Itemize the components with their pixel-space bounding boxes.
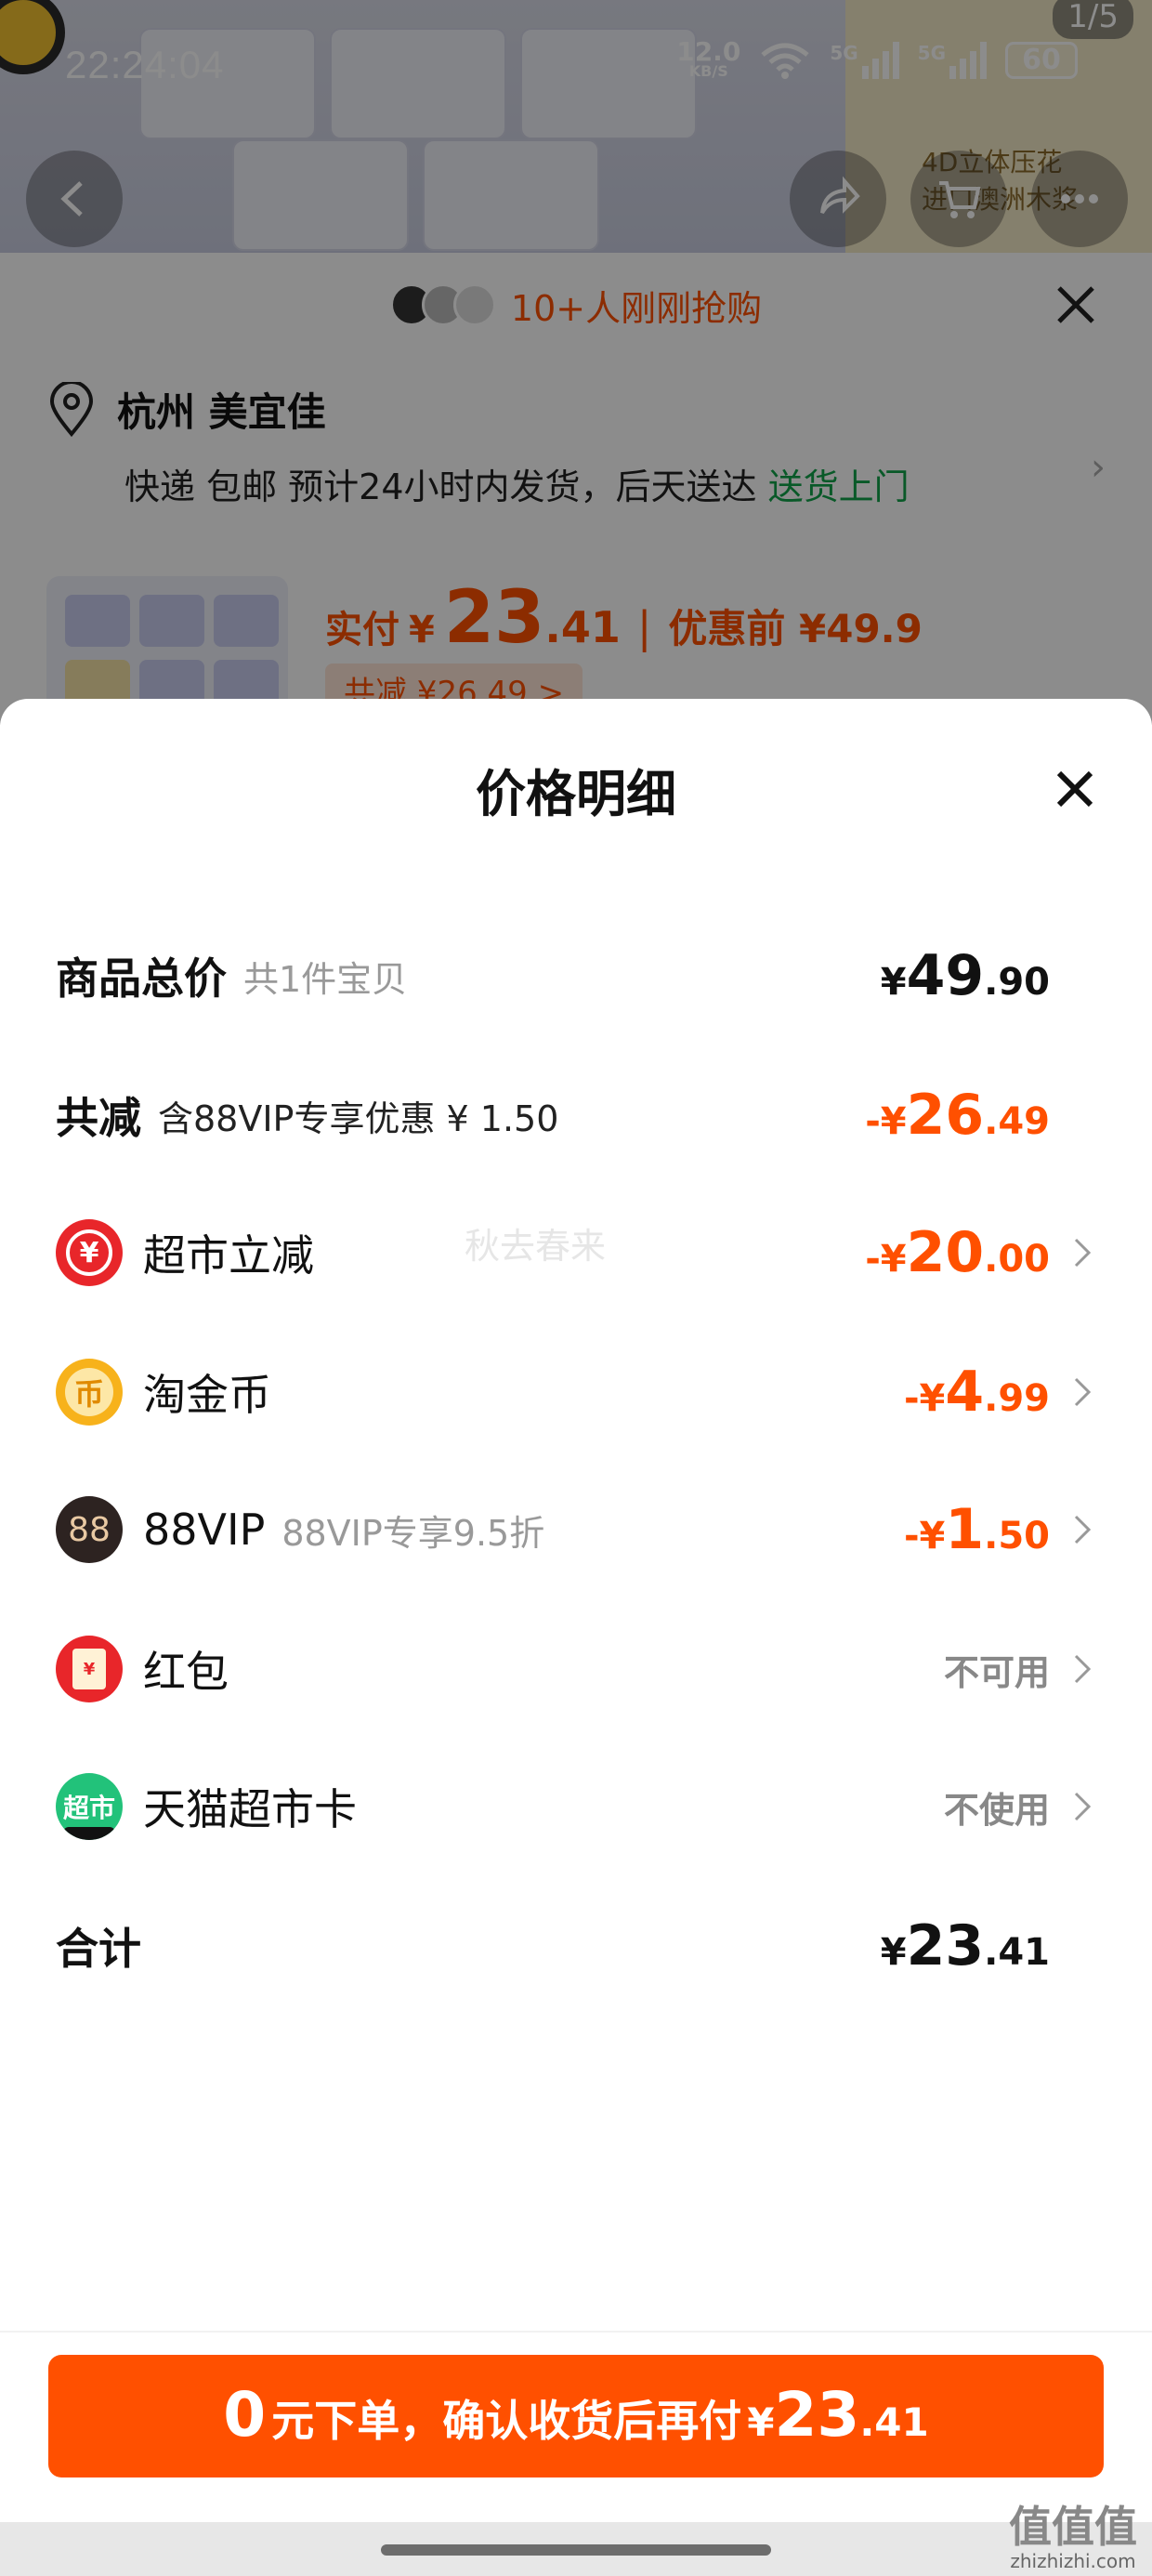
amount-dec: .41 <box>984 1931 1050 1974</box>
chevron-right-icon <box>1074 1792 1092 1821</box>
red-envelope-glyph: ¥ <box>72 1649 106 1689</box>
sheet-close-button[interactable] <box>1052 766 1098 812</box>
row-label: 商品总价 <box>56 953 227 1004</box>
cta-amount-int: 23 <box>774 2379 860 2451</box>
site-watermark: 值值值 zhizhizhi.com <box>1009 2504 1137 2572</box>
amount-int: 20 <box>906 1220 985 1285</box>
tmall-supermarket-icon: 超市 <box>56 1773 123 1840</box>
row-88vip[interactable]: 88 88VIP 88VIP专享9.5折 -¥ 1 .50 <box>56 1492 1096 1567</box>
amount-dec: .50 <box>984 1515 1050 1557</box>
currency: -¥ <box>903 1515 946 1557</box>
row-sub: 共1件宝贝 <box>243 958 408 1000</box>
place-order-button[interactable]: 0 元下单，确认收货后再付 ¥ 23 .41 <box>48 2355 1104 2477</box>
row-sub: 88VIP专享9.5折 <box>281 1512 545 1554</box>
row-status: 不使用 <box>943 1789 1050 1831</box>
chevron-right-icon <box>1074 1238 1092 1268</box>
currency: -¥ <box>865 1238 907 1281</box>
red-envelope-icon: ¥ <box>56 1636 123 1702</box>
amount-dec: .99 <box>984 1377 1050 1420</box>
divider <box>0 2331 1152 2333</box>
price-detail-sheet: 价格明细 秋去春来 商品总价 共1件宝贝 ¥ 49 .90 共减 含88VIP专… <box>0 699 1152 2576</box>
system-nav-bar: 值值值 zhizhizhi.com <box>0 2504 1152 2576</box>
amount-int: 23 <box>906 1913 985 1978</box>
chevron-right-icon <box>1074 1515 1092 1544</box>
row-label: 淘金币 <box>143 1370 271 1420</box>
amount-dec: .00 <box>984 1238 1050 1281</box>
amount-dec: .49 <box>984 1100 1050 1143</box>
row-total-reduction: 共减 含88VIP专享优惠 ¥ 1.50 -¥ 26 .49 <box>56 1078 1096 1152</box>
row-label: 共减 <box>56 1093 141 1143</box>
row-supermarket-discount[interactable]: ¥ 超市立减 -¥ 20 .00 <box>56 1216 1096 1290</box>
row-status: 不可用 <box>943 1651 1050 1693</box>
row-label: 红包 <box>143 1647 229 1697</box>
row-tmall-card[interactable]: 超市 天猫超市卡 不使用 <box>56 1769 1096 1844</box>
site-logo: 值值值 <box>1009 2502 1137 2552</box>
chevron-right-icon <box>1074 1377 1092 1407</box>
row-label: 超市立减 <box>143 1230 314 1281</box>
dim-overlay[interactable] <box>0 0 1152 725</box>
cta-currency: ¥ <box>747 2399 775 2445</box>
sheet-title: 价格明细 <box>476 765 676 823</box>
cta-amount-dec: .41 <box>859 2399 929 2445</box>
row-label: 合计 <box>56 1924 141 1974</box>
chevron-right-icon <box>1074 1654 1092 1684</box>
currency: ¥ <box>880 1931 907 1974</box>
coin-icon: 币 <box>56 1359 123 1426</box>
amount-int: 26 <box>906 1083 985 1148</box>
row-sub: 含88VIP专享优惠 ¥ 1.50 <box>158 1097 559 1139</box>
row-amount: -¥ 1 .50 <box>904 1497 1050 1562</box>
row-sum: 合计 ¥ 23 .41 <box>56 1909 1096 1983</box>
cta-zero: 0 <box>223 2379 267 2451</box>
row-amount: -¥ 4 .99 <box>904 1360 1050 1425</box>
currency: -¥ <box>903 1377 946 1420</box>
row-amount: -¥ 26 .49 <box>865 1083 1050 1148</box>
home-indicator[interactable] <box>381 2544 771 2556</box>
row-tao-coin[interactable]: 币 淘金币 -¥ 4 .99 <box>56 1355 1096 1429</box>
vip-88-icon: 88 <box>56 1496 123 1563</box>
coin-glyph: 币 <box>65 1368 113 1416</box>
amount-dec: .90 <box>984 961 1050 1004</box>
row-label: 天猫超市卡 <box>143 1784 357 1834</box>
row-amount: -¥ 20 .00 <box>865 1220 1050 1285</box>
row-amount: ¥ 49 .90 <box>881 943 1050 1008</box>
cta-text: 元下单，确认收货后再付 <box>271 2396 742 2446</box>
amount-int: 1 <box>945 1497 985 1562</box>
yuan-coupon-glyph: ¥ <box>66 1229 112 1276</box>
yuan-coupon-icon: ¥ <box>56 1219 123 1286</box>
amount-int: 4 <box>945 1360 985 1425</box>
site-url: zhizhizhi.com <box>1010 2550 1136 2572</box>
row-red-envelope[interactable]: ¥ 红包 不可用 <box>56 1632 1096 1706</box>
row-item-total: 商品总价 共1件宝贝 ¥ 49 .90 <box>56 939 1096 1013</box>
row-label: 88VIP <box>143 1505 266 1555</box>
tmall-supermarket-glyph: 超市 <box>62 1793 115 1823</box>
currency: -¥ <box>865 1100 907 1143</box>
currency: ¥ <box>880 961 907 1004</box>
amount-int: 49 <box>906 943 985 1008</box>
row-amount: ¥ 23 .41 <box>881 1913 1050 1978</box>
